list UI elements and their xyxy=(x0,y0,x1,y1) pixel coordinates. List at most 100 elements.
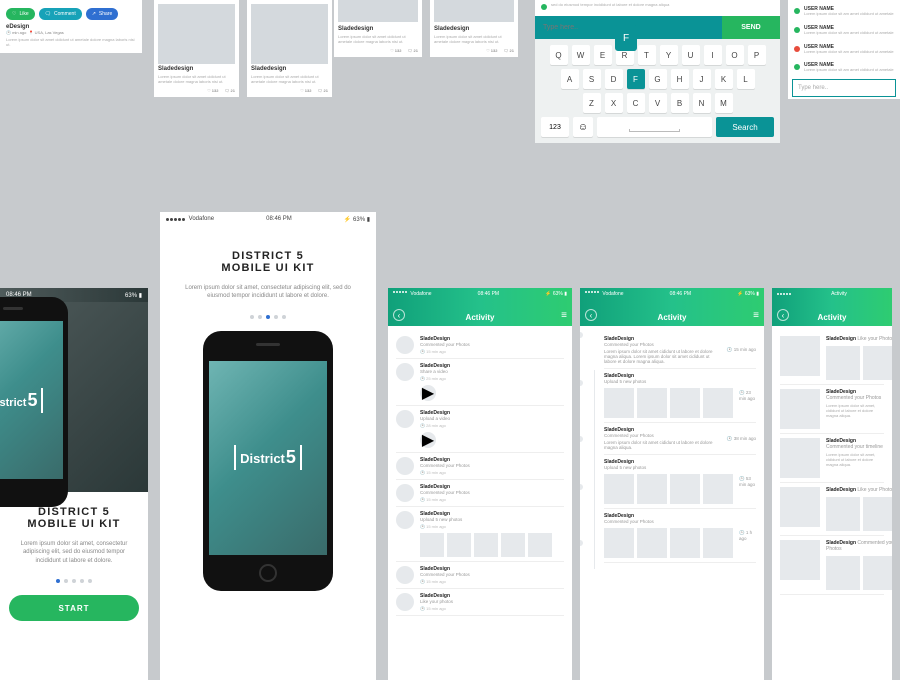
key-numeric[interactable]: 123 xyxy=(541,117,569,137)
key-p[interactable]: P xyxy=(748,45,766,65)
activity-item[interactable]: SladeDesignUpload 5 new photos🕑 15 min a… xyxy=(396,507,564,562)
image-placeholder xyxy=(251,4,328,64)
activity-item[interactable]: SladeDesignCommented your Photos🕑 15 min… xyxy=(396,480,564,507)
screen-title: Activity xyxy=(388,313,572,322)
activity-item[interactable]: SladeDesignUpload 5 new photos🕑 23 min a… xyxy=(604,369,756,423)
page-indicator[interactable] xyxy=(0,579,148,583)
key-l[interactable]: L xyxy=(737,69,755,89)
like-button[interactable]: ♡ Like xyxy=(6,8,35,20)
key-u[interactable]: U xyxy=(682,45,700,65)
key-a[interactable]: A xyxy=(561,69,579,89)
key-i[interactable]: I xyxy=(704,45,722,65)
image-placeholder xyxy=(158,4,235,64)
card-author: Sladedesign xyxy=(338,26,418,32)
activity-screen-detail: Activity ‹ Activity SladeDesign Like you… xyxy=(772,288,892,680)
time-label: 🕑 23 min ago xyxy=(739,373,756,418)
card-author: Sladedesign xyxy=(434,26,514,32)
thumbnail xyxy=(780,487,820,527)
key-q[interactable]: Q xyxy=(550,45,568,65)
key-space[interactable] xyxy=(597,117,712,137)
activity-item[interactable]: SladeDesign Like your Photos xyxy=(780,332,884,385)
phone-mockup: District5 xyxy=(0,297,68,507)
key-o[interactable]: O xyxy=(726,45,744,65)
user-desc: Lorem ipsum dolor sit am amet cididunt u… xyxy=(804,68,894,73)
onboarding-subtitle: Lorem ipsum dolor sit amet, consectetur … xyxy=(0,534,148,571)
key-b[interactable]: B xyxy=(671,93,689,113)
activity-item[interactable]: SladeDesignCommented your Photos🕑 1 h ag… xyxy=(604,509,756,563)
activity-item[interactable]: SladeDesignCommented your PhotosLorem ip… xyxy=(604,423,756,455)
activity-item[interactable]: SladeDesign Commented your timelineLorem… xyxy=(780,434,884,483)
key-d[interactable]: D xyxy=(605,69,623,89)
activity-item[interactable]: SladeDesignLike your photos🕑 15 min ago xyxy=(396,589,564,616)
feed-card[interactable]: Sladedesign Lorem ipsum dolor sit amet c… xyxy=(247,0,332,97)
user-list-item[interactable]: USER NAMELorem ipsum dolor sit am amet c… xyxy=(788,40,900,59)
card-author: Sladedesign xyxy=(158,66,235,72)
activity-item[interactable]: SladeDesignUpload 5 new photos🕑 53 min a… xyxy=(604,455,756,509)
user-desc: Lorem ipsum dolor sit am amet cididunt u… xyxy=(804,50,894,55)
avatar xyxy=(396,566,414,584)
key-v[interactable]: V xyxy=(649,93,667,113)
page-indicator[interactable] xyxy=(160,315,376,319)
card-body: Lorem ipsum dolor sit amet cididunt ut a… xyxy=(338,34,418,44)
like-label: Like xyxy=(19,11,28,17)
key-search[interactable]: Search xyxy=(716,117,774,137)
chat-panel: sed do eiusmod tempor incididunt ut labo… xyxy=(535,0,780,143)
onboarding-title-line2: MOBILE UI KIT xyxy=(178,262,358,274)
key-j[interactable]: J xyxy=(693,69,711,89)
thumbnail xyxy=(780,540,820,580)
menu-icon[interactable]: ≡ xyxy=(561,310,567,321)
activity-item[interactable]: SladeDesign Like your Photos xyxy=(780,483,884,536)
home-button-icon xyxy=(259,564,277,582)
user-list-item[interactable]: USER NAMELorem ipsum dolor sit am amet c… xyxy=(788,58,900,77)
send-button[interactable]: SEND xyxy=(722,16,780,39)
status-time: 08:46 PM xyxy=(266,216,292,222)
user-desc: Lorem ipsum dolor sit am amet cididunt u… xyxy=(804,31,894,36)
key-n[interactable]: N xyxy=(693,93,711,113)
start-button[interactable]: START xyxy=(9,595,139,621)
card-stats: ♡ 132🗨 21 xyxy=(251,88,328,93)
activity-item[interactable]: SladeDesignCommented your Photos🕑 15 min… xyxy=(396,453,564,480)
activity-item[interactable]: SladeDesignUpload a video🕑 28 min ago▶ xyxy=(396,406,564,453)
activity-item[interactable]: SladeDesignCommented your PhotosLorem ip… xyxy=(604,332,756,369)
activity-item[interactable]: SladeDesign Commented your Photos xyxy=(780,536,884,595)
key-f[interactable]: F xyxy=(627,69,645,89)
status-dot-icon xyxy=(541,4,547,10)
card-meta: 🕑 min ago 📍 USA, Las Vegas xyxy=(6,30,136,35)
feed-card-small[interactable]: Sladedesign Lorem ipsum dolor sit amet c… xyxy=(334,0,422,57)
key-x[interactable]: X xyxy=(605,93,623,113)
district5-logo: District5 xyxy=(234,445,302,470)
key-m[interactable]: M xyxy=(715,93,733,113)
key-c[interactable]: C xyxy=(627,93,645,113)
key-z[interactable]: Z xyxy=(583,93,601,113)
feed-card-small[interactable]: Sladedesign Lorem ipsum dolor sit amet c… xyxy=(430,0,518,57)
feed-card[interactable]: Sladedesign Lorem ipsum dolor sit amet c… xyxy=(154,0,239,97)
key-e[interactable]: E xyxy=(594,45,612,65)
menu-icon[interactable]: ≡ xyxy=(753,310,759,321)
activity-item[interactable]: SladeDesignCommented your Photos🕑 15 min… xyxy=(396,332,564,359)
activity-item[interactable]: SladeDesign Commented your PhotosLorem i… xyxy=(780,385,884,434)
activity-item[interactable]: SladeDesignCommented your Photos🕑 15 min… xyxy=(396,562,564,589)
activity-screen-timeline: Vodafone08:46 PM⚡ 63% ▮ ‹ Activity ≡ Sla… xyxy=(580,288,764,680)
district5-logo: District5 xyxy=(0,388,43,413)
key-emoji[interactable]: ☺ xyxy=(573,117,593,137)
key-g[interactable]: G xyxy=(649,69,667,89)
user-list-item[interactable]: USER NAMELorem ipsum dolor sit am amet c… xyxy=(788,2,900,21)
key-w[interactable]: W xyxy=(572,45,590,65)
speaker-icon xyxy=(256,343,280,346)
screen-header: Vodafone08:46 PM⚡ 63% ▮ ‹ Activity ≡ xyxy=(388,288,572,326)
key-t[interactable]: T xyxy=(638,45,656,65)
key-y[interactable]: Y xyxy=(660,45,678,65)
user-list-item[interactable]: USER NAMELorem ipsum dolor sit am amet c… xyxy=(788,21,900,40)
key-k[interactable]: K xyxy=(715,69,733,89)
activity-item[interactable]: SladeDesignShare a video🕑 25 min ago▶ xyxy=(396,359,564,406)
avatar xyxy=(396,484,414,502)
time-label: 🕑 1 h ago xyxy=(739,513,756,558)
comment-button[interactable]: 🗨 Comment xyxy=(39,8,82,20)
onboarding-title-line2: MOBILE UI KIT xyxy=(18,518,130,530)
userlist-input[interactable]: Type here.. xyxy=(792,79,896,97)
image-placeholder xyxy=(434,0,514,22)
key-h[interactable]: H xyxy=(671,69,689,89)
timeline-line xyxy=(594,370,595,569)
key-s[interactable]: S xyxy=(583,69,601,89)
share-button[interactable]: ↗ Share xyxy=(86,8,119,20)
